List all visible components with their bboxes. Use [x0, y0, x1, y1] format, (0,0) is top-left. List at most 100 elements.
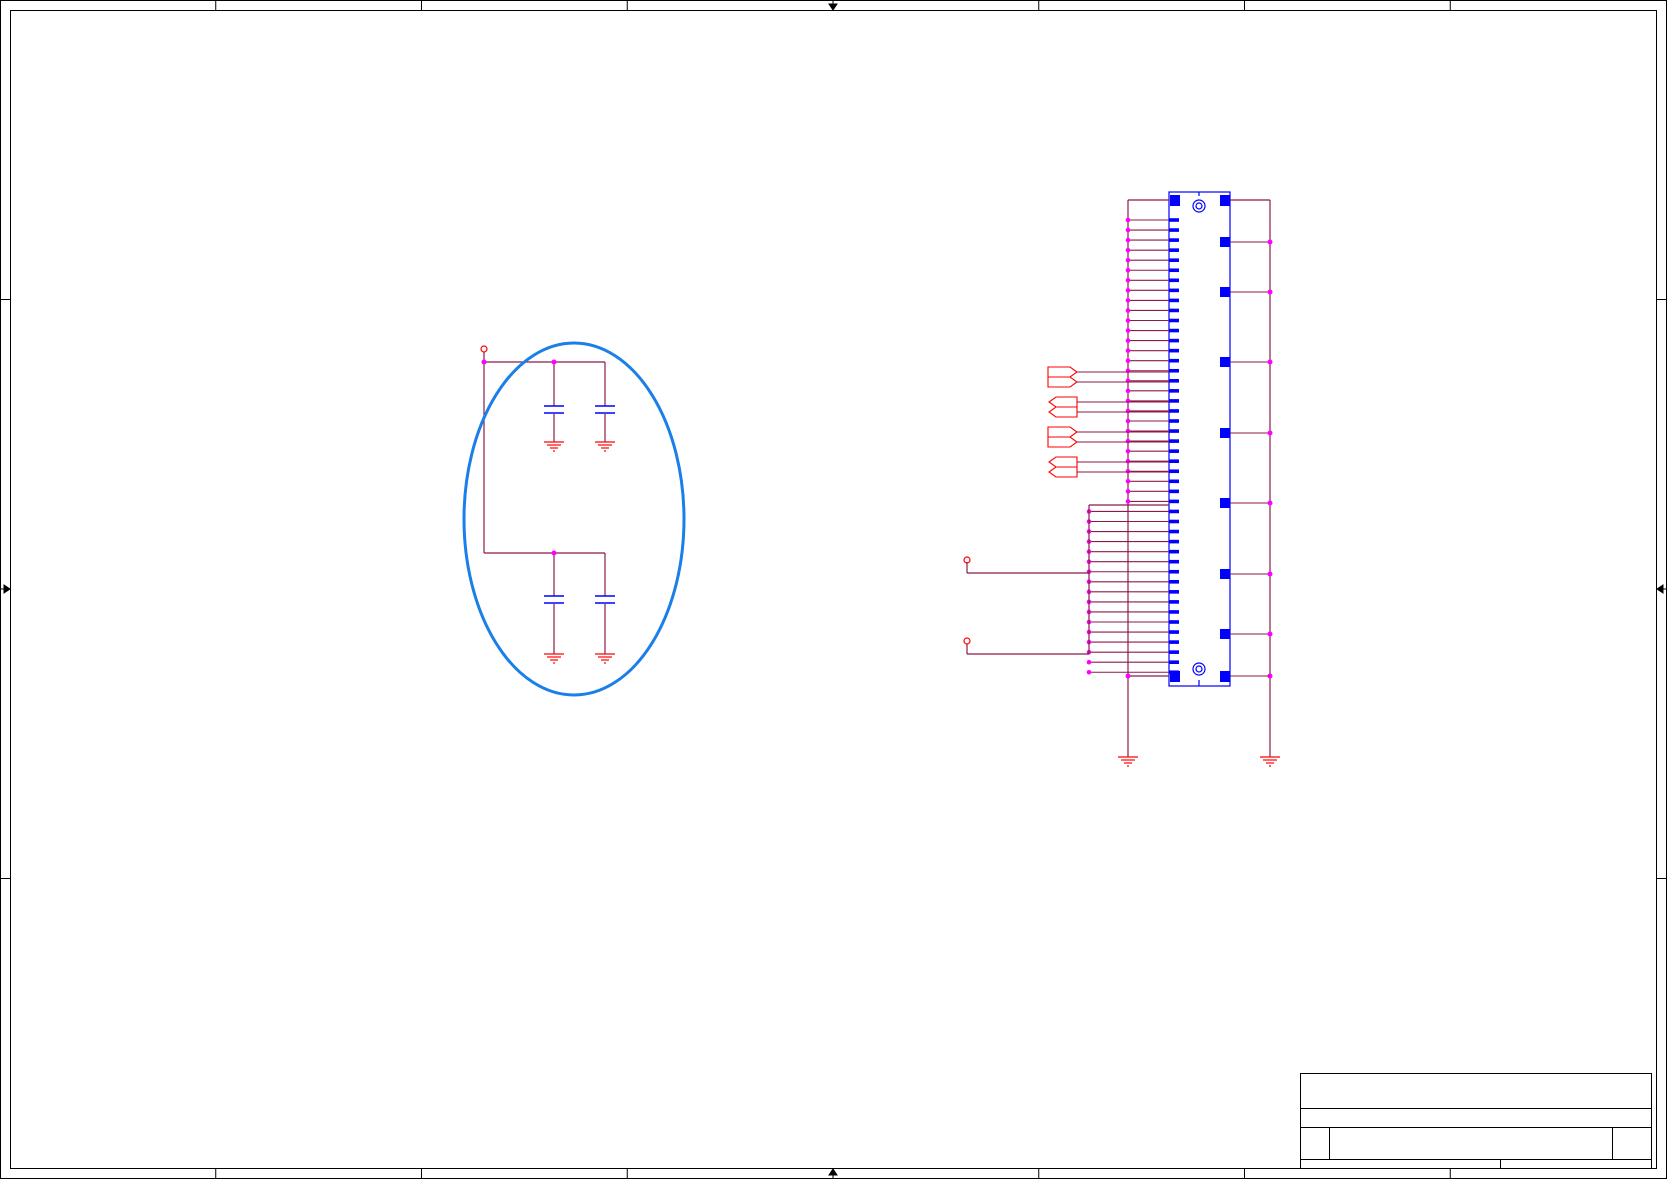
- mounting-hole-icon: [1192, 662, 1206, 686]
- capacitor-icon: [544, 595, 564, 604]
- output-port-icon: [1047, 366, 1078, 378]
- power-port-vcc-a: [480, 345, 488, 353]
- connector-pin: [1169, 529, 1179, 534]
- connector-pin: [1169, 248, 1179, 252]
- connector-pad: [1220, 195, 1230, 206]
- connector-pin: [1169, 600, 1179, 604]
- junction-dot: [1086, 659, 1092, 665]
- junction-dot: [1267, 500, 1273, 506]
- junction-dot: [1086, 669, 1092, 675]
- junction-dot: [1125, 328, 1131, 333]
- connector-pin: [1169, 509, 1179, 514]
- connector-pin: [1169, 318, 1179, 323]
- ground-icon: [595, 653, 615, 664]
- ground-icon: [544, 653, 564, 664]
- connector-pin: [1169, 479, 1179, 484]
- connector-pin: [1169, 368, 1179, 373]
- ground-icon: [1260, 756, 1280, 767]
- junction-dot: [1125, 338, 1131, 343]
- junction-dot: [1125, 348, 1131, 353]
- connector-pin: [1169, 288, 1179, 293]
- junction-dot: [1267, 359, 1273, 365]
- connector-pin: [1169, 389, 1179, 393]
- junction-dot: [1267, 289, 1273, 295]
- connector-pin: [1169, 489, 1179, 494]
- junction-dot: [1125, 673, 1131, 679]
- capacitor-icon: [544, 405, 564, 414]
- connector-pin: [1169, 328, 1179, 333]
- junction-dot: [1125, 247, 1131, 253]
- junction-dot: [1125, 217, 1131, 223]
- junction-dot: [1125, 479, 1131, 484]
- connector-pad: [1220, 569, 1230, 579]
- junction-dot: [1125, 288, 1131, 293]
- junction-dot: [1125, 468, 1131, 474]
- junction-dot: [1125, 257, 1131, 263]
- connector-pad: [1220, 428, 1230, 438]
- connector-pin: [1169, 348, 1179, 353]
- capacitor-icon: [595, 595, 615, 604]
- ground-icon: [595, 441, 615, 452]
- connector-pad: [1170, 671, 1180, 682]
- connector-pad: [1220, 287, 1230, 297]
- connector-pin: [1169, 459, 1179, 463]
- junction-dot: [1267, 571, 1273, 577]
- input-port-icon: [1048, 406, 1078, 418]
- mounting-hole-icon: [1192, 192, 1206, 213]
- connector-pin: [1169, 620, 1179, 624]
- connector-pin: [1169, 399, 1179, 403]
- junction-dot: [1267, 430, 1273, 436]
- output-port-icon: [1047, 426, 1078, 438]
- connector-pin: [1169, 238, 1179, 242]
- sheet-frame: [0, 0, 1667, 1179]
- junction-dot: [1125, 418, 1131, 424]
- connector-pin: [1169, 429, 1179, 433]
- output-port-icon: [1047, 376, 1078, 388]
- schematic-sheet: [0, 0, 1667, 1179]
- junction-dot: [1125, 408, 1131, 414]
- junction-dot: [481, 359, 487, 365]
- junction-dot: [1125, 318, 1131, 323]
- zone-ticks: [0, 0, 1667, 1179]
- capacitor-icon: [595, 405, 615, 414]
- connector-pin: [1169, 640, 1179, 644]
- outer-border: [0, 0, 1667, 1179]
- connector-pad: [1220, 357, 1230, 367]
- connector-pin: [1169, 298, 1179, 303]
- junction-dot: [1125, 237, 1131, 243]
- connector-pad: [1220, 498, 1230, 508]
- ground-icon: [544, 441, 564, 452]
- connector-pin: [1169, 308, 1179, 313]
- connector-pin: [1169, 258, 1179, 262]
- junction-dot: [1267, 239, 1273, 245]
- input-port-icon: [1048, 396, 1078, 408]
- junction-dot: [1267, 631, 1273, 637]
- connector-pin: [1169, 590, 1179, 594]
- junction-dot: [1125, 458, 1131, 464]
- connector-pin: [1169, 268, 1179, 273]
- highlight-ellipse: [462, 341, 686, 697]
- connector-pad: [1220, 629, 1230, 639]
- center-arrows: [0, 0, 1667, 1179]
- junction-dot: [1125, 298, 1131, 303]
- junction-dot: [1125, 448, 1131, 454]
- connector-pin: [1169, 650, 1179, 654]
- junction-dot: [551, 359, 557, 365]
- junction-dot: [551, 550, 557, 556]
- connector-pin: [1169, 499, 1179, 504]
- connector-pin: [1169, 409, 1179, 413]
- connector-pin: [1169, 610, 1179, 614]
- junction-dot: [1125, 428, 1131, 434]
- connector-pin: [1169, 580, 1179, 584]
- title-block: [1300, 1073, 1652, 1169]
- connector-pin: [1169, 218, 1179, 222]
- connector-pin: [1169, 439, 1179, 443]
- input-port-icon: [1048, 456, 1078, 468]
- connector-pin: [1169, 469, 1179, 474]
- decoupling-capacitors: [462, 341, 686, 697]
- connector-pad: [1220, 237, 1230, 247]
- connector-right-pads: [1220, 237, 1273, 679]
- input-port-icon: [1048, 466, 1078, 478]
- junction-dot: [1125, 499, 1131, 504]
- connector-pin: [1169, 630, 1179, 634]
